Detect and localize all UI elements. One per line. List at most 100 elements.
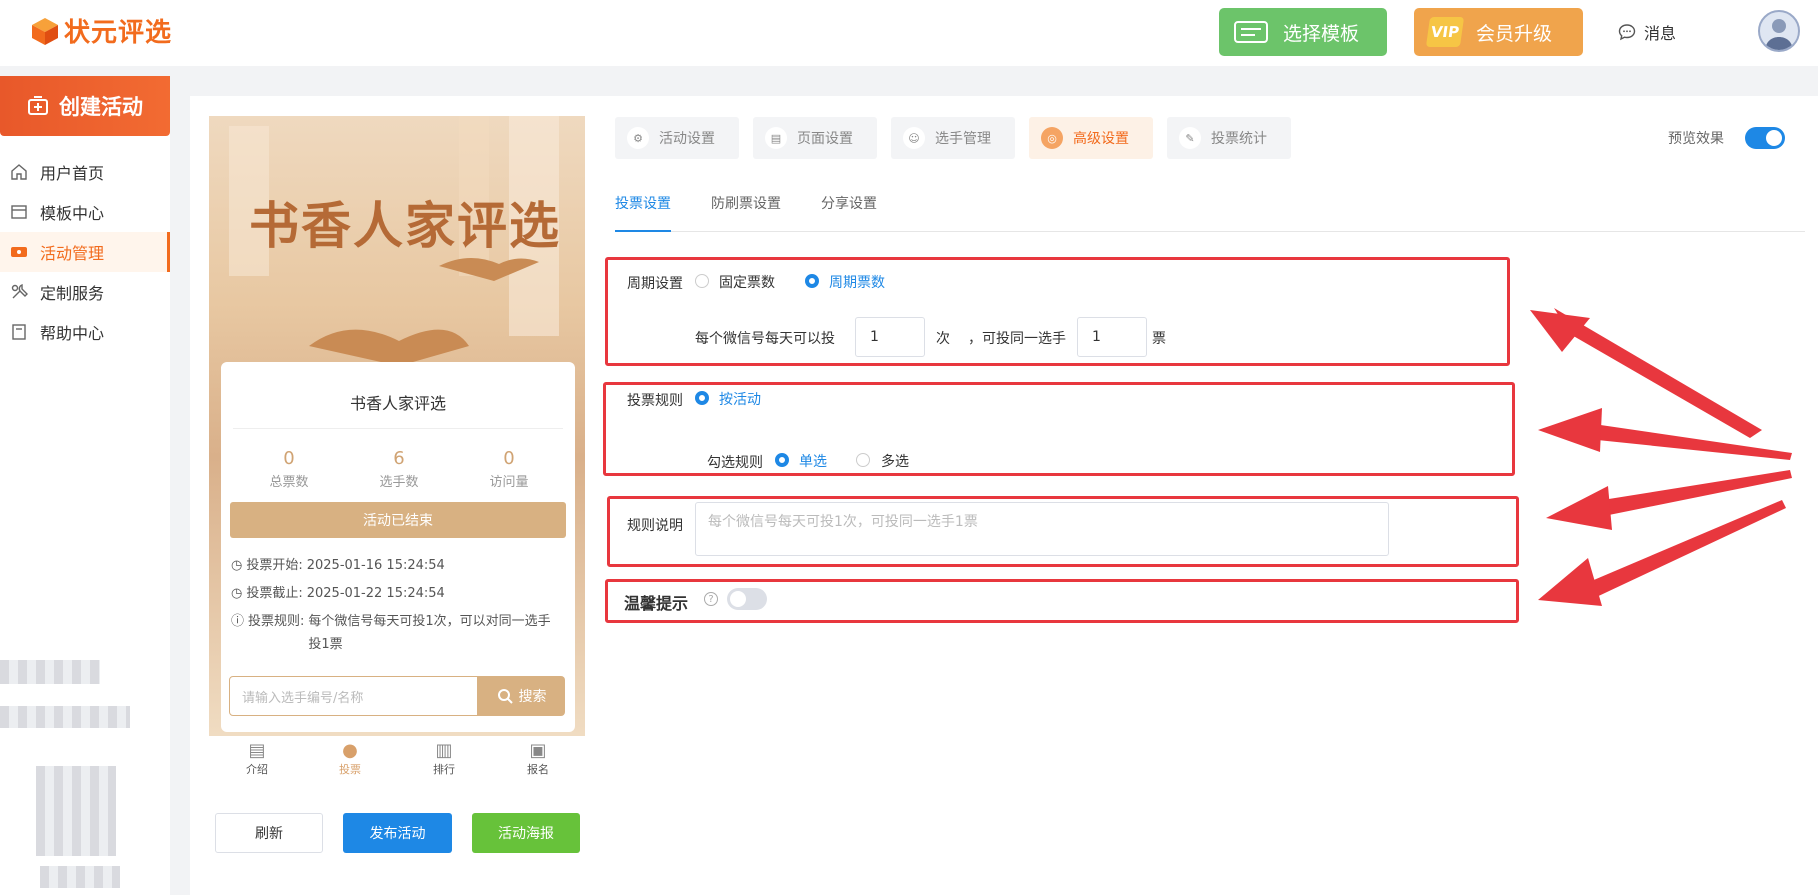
vote-end-info: ◷ 投票截止: 2025-01-22 15:24:54 [231,582,561,605]
subtab-share-settings[interactable]: 分享设置 [821,193,877,213]
tab-register[interactable]: ▣ 报名 [508,740,568,777]
stat-visits: 0 访问量 [459,448,559,490]
subtab-active-indicator [615,230,671,232]
tab-label: 报名 [527,763,549,776]
clock-icon: ◷ [231,586,243,601]
activity-ended-button[interactable]: 活动已结束 [230,502,566,538]
template-icon [1234,21,1268,43]
choose-template-button[interactable]: 选择模板 [1219,8,1387,56]
subtab-divider [615,231,1805,232]
tab-ranking[interactable]: ▥ 排行 [414,740,474,777]
step-vote-statistics[interactable]: ✎ 投票统计 [1167,117,1291,159]
votes-unit: 票 [1152,331,1166,347]
search-icon [497,689,513,704]
messages-label: 消息 [1644,24,1677,43]
tab-vote[interactable]: ● 投票 [320,740,380,777]
help-icon[interactable]: ? [704,592,718,606]
sidebar-item-custom-service[interactable]: 定制服务 [0,272,170,312]
book-icon [12,324,26,340]
sidebar-item-label: 定制服务 [40,284,105,303]
subtab-anti-fraud[interactable]: 防刷票设置 [711,193,781,213]
user-avatar-icon [1765,19,1793,50]
step-label: 活动设置 [659,131,715,147]
activity-title: 书香人家评选 [349,394,446,413]
vip-upgrade-button[interactable]: VIP 会员升级 [1414,8,1583,56]
refresh-button[interactable]: 刷新 [215,813,323,853]
per-day-input[interactable]: 1 [855,317,925,357]
user-avatar[interactable] [1758,10,1800,52]
stat-total-votes: 0 总票数 [239,448,339,490]
rule-description-textarea[interactable]: 每个微信号每天可投1次，可投同一选手1票 [695,502,1389,556]
select-rule-label: 勾选规则 [707,455,763,471]
step-label: 高级设置 [1073,131,1129,147]
clock-icon: ◷ [231,558,243,573]
by-activity-radio[interactable] [695,391,709,405]
banner-title: 书香人家评选 [249,196,561,255]
stat-players: 6 选手数 [349,448,449,490]
stat-label: 总票数 [269,475,309,490]
same-player-label: ，可投同一选手 [968,331,1066,347]
logo[interactable]: 状元评选 [30,12,172,49]
step-advanced-settings[interactable]: ◎ 高级设置 [1029,117,1153,159]
sidebar-item-home[interactable]: 用户首页 [0,152,170,192]
preview-toggle[interactable] [1745,127,1785,149]
create-activity-label: 创建活动 [59,95,143,119]
cycle-votes-radio[interactable] [805,274,819,288]
top-bar: 状元评选 选择模板 VIP 会员升级 消息 [0,0,1818,66]
times-unit: 次 [936,331,950,347]
chat-bubble-icon [1618,24,1636,41]
step-player-management[interactable]: ☺ 选手管理 [891,117,1015,159]
cycle-votes-label: 周期票数 [829,275,885,291]
sidebar: 创建活动 用户首页 模板中心 活动管理 定制服务 帮助中心 [0,76,170,895]
person-icon: ● [342,740,358,761]
ticket-icon [11,247,27,257]
same-player-input[interactable]: 1 [1077,317,1147,357]
create-activity-button[interactable]: 创建活动 [0,76,170,136]
vote-start-value: 2025-01-16 15:24:54 [306,558,445,573]
sidebar-item-label: 用户首页 [40,164,105,183]
preview-toggle-label: 预览效果 [1668,131,1724,147]
vote-rule-label: 投票规则 [627,393,683,409]
sidebar-item-label: 帮助中心 [40,324,105,343]
tools-icon [11,284,28,299]
tab-label: 排行 [433,763,455,776]
step-label: 选手管理 [935,131,991,147]
publish-activity-button[interactable]: 发布活动 [343,813,452,853]
sidebar-item-activity-management[interactable]: 活动管理 [0,232,170,272]
vote-start-info: ◷ 投票开始: 2025-01-16 15:24:54 [231,554,561,577]
messages-link[interactable]: 消息 [1618,20,1676,44]
subtab-vote-settings[interactable]: 投票设置 [615,193,671,213]
vote-start-label: 投票开始: [246,558,303,573]
users-icon: ☺ [903,127,925,149]
search-button[interactable]: 搜索 [478,676,565,716]
vip-badge-icon: VIP [1425,17,1465,47]
single-select-radio[interactable] [775,453,789,467]
sidebar-item-label: 模板中心 [40,204,105,223]
document-icon: ▤ [248,740,266,761]
search-button-label: 搜索 [518,689,547,705]
step-page-settings[interactable]: ▤ 页面设置 [753,117,877,159]
blurred-qr-code [36,766,116,856]
per-day-label: 每个微信号每天可以投 [695,331,835,347]
step-activity-settings[interactable]: ⚙ 活动设置 [615,117,739,159]
home-icon [11,164,27,180]
single-select-label: 单选 [799,454,827,470]
sidebar-item-help[interactable]: 帮助中心 [0,312,170,352]
activity-poster-button[interactable]: 活动海报 [472,813,580,853]
blurred-content [0,706,130,728]
vote-end-label: 投票截止: [246,586,303,601]
player-search-input[interactable]: 请输入选手编号/名称 [229,676,478,716]
cube-logo-icon [32,17,58,45]
id-card-icon: ▣ [529,740,547,761]
warm-tip-toggle[interactable] [727,588,767,610]
sidebar-item-label: 活动管理 [40,244,105,263]
multi-select-radio[interactable] [856,453,870,467]
choose-template-label: 选择模板 [1283,22,1360,45]
fixed-votes-radio[interactable] [695,274,709,288]
tab-intro[interactable]: ▤ 介绍 [227,740,287,777]
rule-description-label: 规则说明 [627,518,683,534]
logo-text: 状元评选 [64,18,173,48]
chart-icon: ✎ [1179,127,1201,149]
stat-value: 0 [503,448,515,469]
sidebar-item-templates[interactable]: 模板中心 [0,192,170,232]
